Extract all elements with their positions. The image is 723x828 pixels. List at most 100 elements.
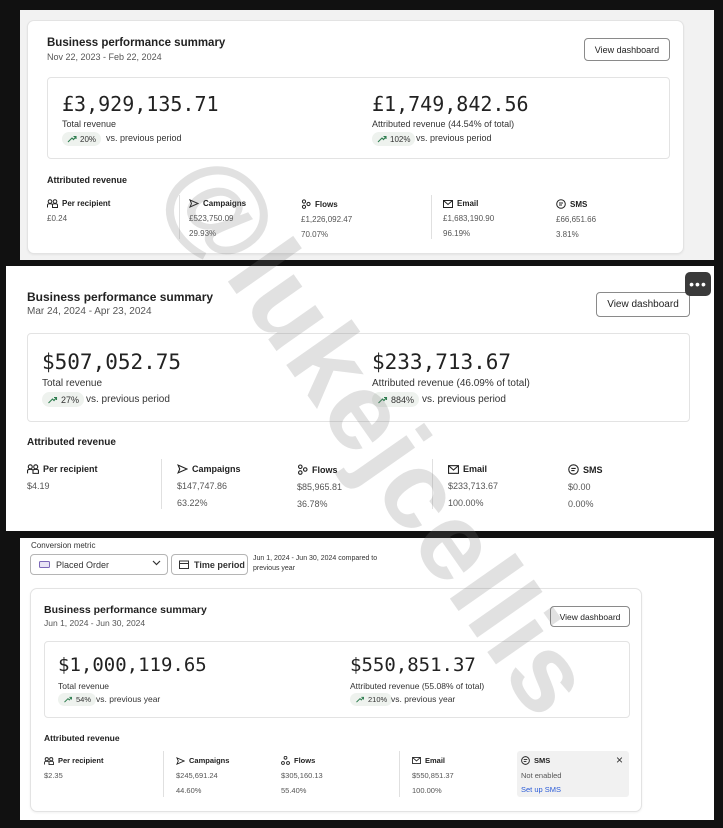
sms-not-enabled: Not enabled bbox=[521, 771, 562, 780]
attributed-vs-label: vs. previous period bbox=[422, 394, 506, 405]
sms-pct: 0.00% bbox=[568, 499, 594, 509]
summary-card: Business performance summary Nov 22, 202… bbox=[27, 20, 684, 254]
date-comparison-note: Jun 1, 2024 - Jun 30, 2024 compared to p… bbox=[253, 555, 378, 572]
attributed-revenue-value: $550,851.37 bbox=[350, 654, 476, 676]
trend-up-icon bbox=[67, 135, 77, 143]
email-icon bbox=[448, 464, 459, 474]
col-sms: SMS $0.00 0.00% bbox=[568, 464, 603, 509]
per-recipient-value: $2.35 bbox=[44, 771, 63, 780]
view-dashboard-button[interactable]: View dashboard bbox=[596, 292, 690, 317]
campaigns-pct: 44.60% bbox=[176, 786, 202, 795]
people-icon bbox=[27, 464, 39, 474]
revenue-box: $507,052.75 Total revenue 27% vs. previo… bbox=[27, 333, 690, 422]
col-per-recipient: Per recipient $2.35 bbox=[44, 756, 104, 780]
total-change-badge: 20% bbox=[62, 132, 102, 146]
attributed-revenue-label: Attributed revenue (55.08% of total) bbox=[350, 681, 485, 691]
col-campaigns: Campaigns $245,691.24 44.60% bbox=[176, 756, 230, 795]
campaigns-value: £523,750.09 bbox=[189, 214, 234, 223]
total-revenue-label: Total revenue bbox=[58, 681, 110, 691]
view-dashboard-button[interactable]: View dashboard bbox=[584, 38, 670, 61]
attributed-vs-label: vs. previous period bbox=[416, 133, 492, 143]
email-pct: 100.00% bbox=[448, 498, 484, 508]
send-icon bbox=[177, 464, 188, 474]
more-options-button[interactable]: ••• bbox=[685, 272, 711, 296]
campaigns-pct: 29.93% bbox=[189, 229, 217, 238]
card-title: Business performance summary bbox=[27, 290, 214, 304]
per-recipient-value: £0.24 bbox=[47, 214, 68, 223]
email-value: $550,851.37 bbox=[412, 771, 454, 780]
attributed-revenue-label: Attributed revenue (46.09% of total) bbox=[372, 378, 530, 389]
campaigns-pct: 63.22% bbox=[177, 498, 208, 508]
total-vs-label: vs. previous period bbox=[86, 394, 170, 405]
col-flows: Flows $85,965.81 36.78% bbox=[297, 464, 343, 509]
sms-setup-box: SMS Not enabled Set up SMS × bbox=[517, 751, 629, 797]
summary-card: Business performance summary Jun 1, 2024… bbox=[30, 588, 642, 812]
col-flows: Flows $305,160.13 55.40% bbox=[281, 756, 323, 795]
flows-pct: 55.40% bbox=[281, 786, 307, 795]
total-vs-label: vs. previous period bbox=[106, 133, 182, 143]
campaigns-value: $147,747.86 bbox=[177, 481, 228, 491]
col-flows: Flows £1,226,092.47 70.07% bbox=[301, 199, 353, 239]
card-title: Business performance summary bbox=[44, 604, 207, 616]
email-pct: 96.19% bbox=[443, 229, 471, 238]
total-change-value: 20% bbox=[80, 134, 97, 144]
divider bbox=[163, 751, 164, 797]
people-icon bbox=[47, 199, 58, 208]
tag-icon bbox=[39, 561, 50, 568]
attributed-change-value: 884% bbox=[391, 394, 415, 405]
flows-value: $85,965.81 bbox=[297, 482, 343, 492]
setup-sms-link[interactable]: Set up SMS bbox=[521, 785, 561, 794]
divider bbox=[431, 195, 432, 239]
email-pct: 100.00% bbox=[412, 786, 442, 795]
email-icon bbox=[412, 757, 421, 764]
send-icon bbox=[176, 756, 185, 765]
flows-icon bbox=[281, 756, 290, 765]
panel-june: Conversion metric Placed Order Time peri… bbox=[20, 538, 714, 820]
sms-icon bbox=[556, 199, 566, 209]
attributed-change-value: 102% bbox=[390, 134, 411, 144]
conversion-metric-select[interactable]: Placed Order bbox=[30, 554, 168, 575]
col-campaigns: Campaigns $147,747.86 63.22% bbox=[177, 464, 241, 508]
total-revenue-label: Total revenue bbox=[62, 119, 117, 129]
email-value: $233,713.67 bbox=[448, 481, 499, 491]
col-email: Email $550,851.37 100.00% bbox=[412, 756, 454, 795]
col-sms: SMS £66,651.66 3.81% bbox=[556, 199, 597, 239]
col-email: Email $233,713.67 100.00% bbox=[448, 464, 499, 508]
attributed-change-badge: 884% bbox=[372, 392, 420, 407]
trend-up-icon bbox=[377, 135, 387, 143]
trend-up-icon bbox=[377, 396, 388, 404]
section-title: Attributed revenue bbox=[47, 175, 128, 185]
attributed-change-value: 210% bbox=[368, 695, 388, 704]
panel-nov-feb: Business performance summary Nov 22, 202… bbox=[20, 10, 714, 260]
attributed-pct: (44.54% of total) bbox=[448, 119, 515, 129]
calendar-icon bbox=[179, 560, 189, 569]
attributed-change-badge: 210% bbox=[350, 693, 393, 706]
section-title: Attributed revenue bbox=[44, 733, 120, 743]
panel-mar-apr: Business performance summary Mar 24, 202… bbox=[6, 266, 714, 531]
close-icon[interactable]: × bbox=[616, 753, 623, 767]
col-per-recipient: Per recipient £0.24 bbox=[47, 199, 111, 223]
attributed-revenue-label: Attributed revenue (44.54% of total) bbox=[372, 119, 515, 129]
time-period-label: Time period bbox=[194, 559, 245, 570]
revenue-box: £3,929,135.71 Total revenue 20% vs. prev… bbox=[47, 77, 670, 159]
sms-icon bbox=[521, 756, 530, 765]
flows-icon bbox=[301, 199, 311, 209]
card-title: Business performance summary bbox=[47, 37, 226, 49]
sms-pct: 3.81% bbox=[556, 230, 579, 239]
campaigns-value: $245,691.24 bbox=[176, 771, 218, 780]
flows-pct: 70.07% bbox=[301, 230, 329, 239]
revenue-box: $1,000,119.65 Total revenue 54% vs. prev… bbox=[44, 641, 630, 718]
divider bbox=[399, 751, 400, 797]
time-period-button[interactable]: Time period bbox=[171, 554, 248, 575]
view-dashboard-button[interactable]: View dashboard bbox=[550, 606, 630, 627]
total-change-badge: 54% bbox=[58, 693, 97, 706]
attributed-revenue-value: $233,713.67 bbox=[372, 350, 512, 374]
flows-value: $305,160.13 bbox=[281, 771, 323, 780]
total-change-value: 54% bbox=[76, 695, 92, 704]
date-range: Mar 24, 2024 - Apr 23, 2024 bbox=[27, 306, 152, 317]
sms-value: $0.00 bbox=[568, 482, 591, 492]
attributed-vs-label: vs. previous year bbox=[391, 694, 456, 704]
col-campaigns: Campaigns £523,750.09 29.93% bbox=[189, 199, 247, 238]
total-revenue-value: £3,929,135.71 bbox=[62, 92, 219, 116]
col-per-recipient: Per recipient $4.19 bbox=[27, 464, 98, 491]
